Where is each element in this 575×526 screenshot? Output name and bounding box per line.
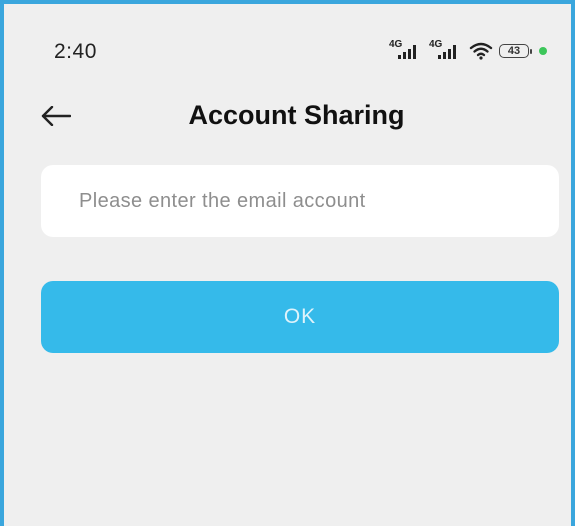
screen: 2:40 4G 4G 43 Account Sharing Please ent… [18, 14, 571, 526]
status-time: 2:40 [54, 40, 97, 63]
cell-signal-2: 4G [429, 39, 463, 61]
page-title: Account Sharing [188, 100, 405, 130]
battery-level: 43 [507, 45, 521, 57]
ok-button[interactable]: OK [41, 281, 559, 353]
header: Account Sharing [18, 94, 571, 140]
email-input[interactable] [41, 165, 559, 237]
battery-icon: 43 [499, 44, 532, 58]
status-icons: 4G 4G 43 [389, 39, 547, 62]
wifi-icon [469, 42, 493, 60]
cell-signal-1: 4G [389, 39, 423, 61]
signal-bars-icon [398, 45, 416, 59]
status-bar: 2:40 4G 4G 43 [18, 14, 571, 74]
app-frame: 2:40 4G 4G 43 Account Sharing Please ent… [0, 0, 575, 526]
signal-bars-icon [438, 45, 456, 59]
privacy-indicator-dot [539, 47, 547, 55]
